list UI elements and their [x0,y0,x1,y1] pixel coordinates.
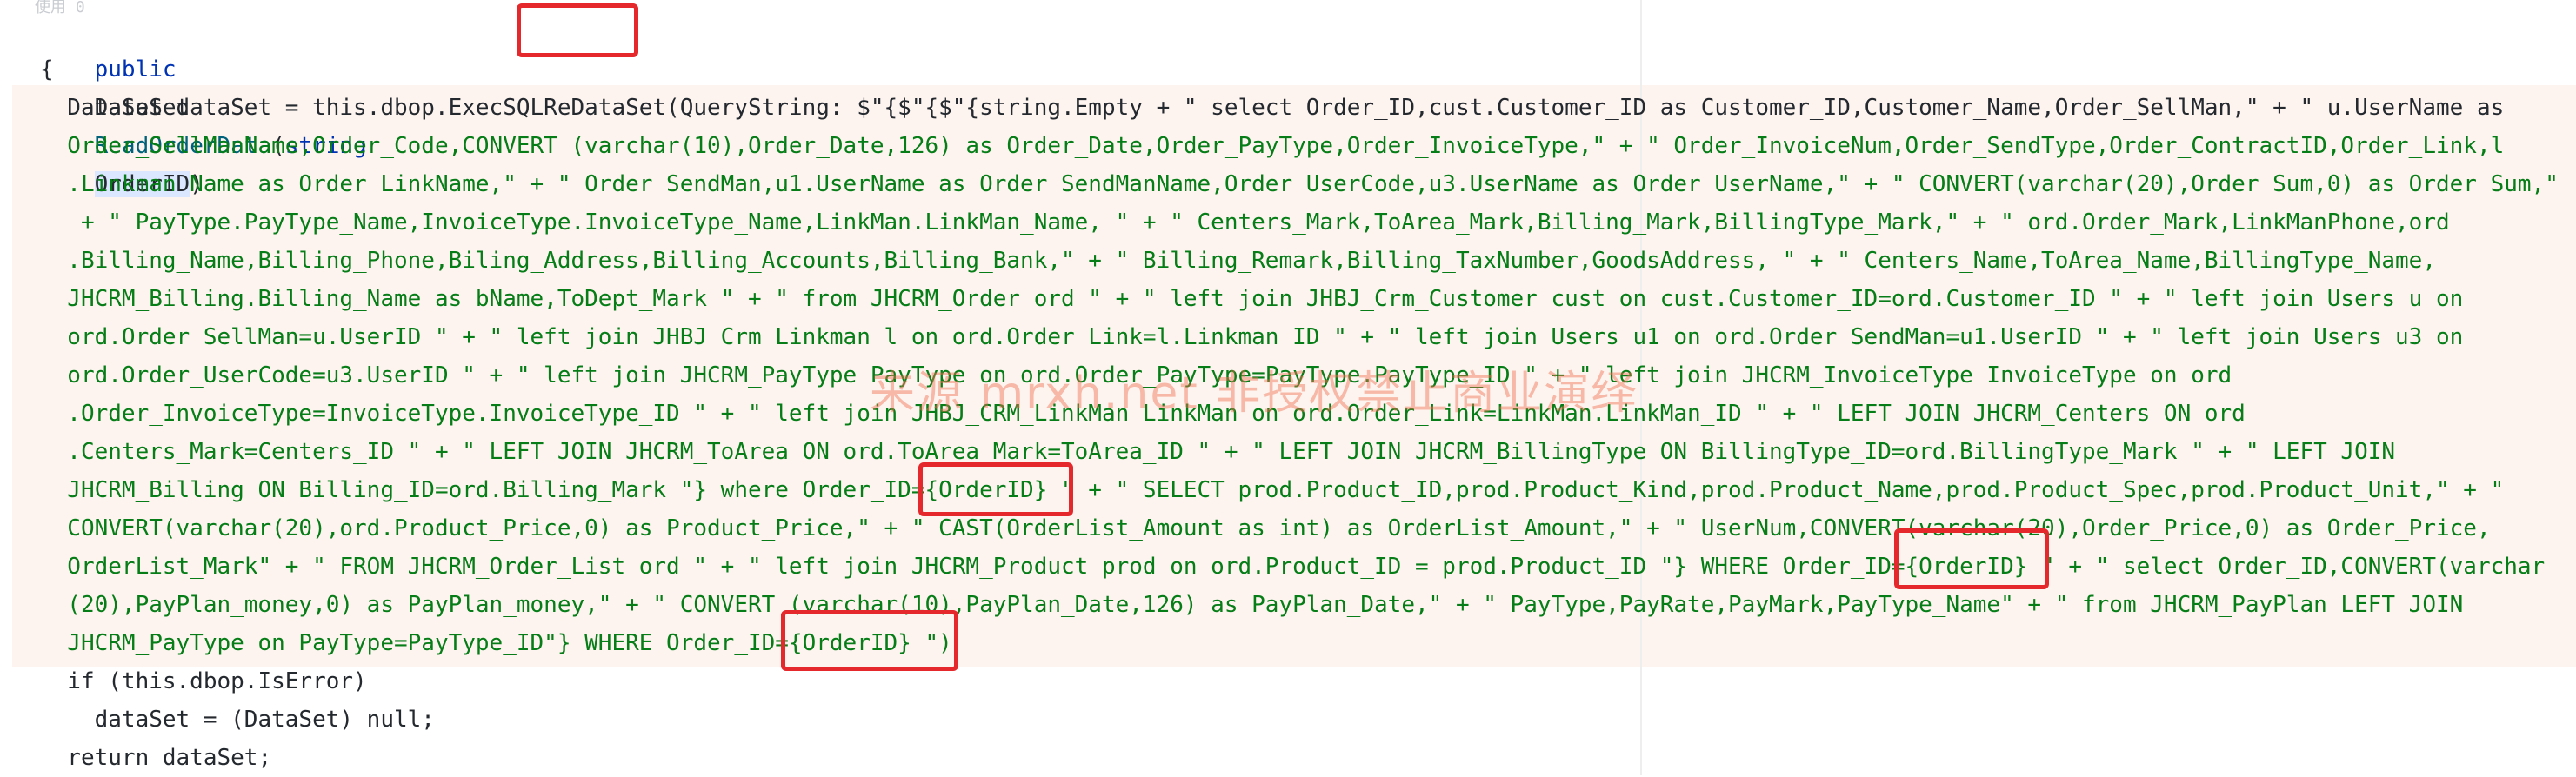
code-line: if (this.dbop.IsError) [40,668,367,694]
code-line: JHCRM_Billing ON Billing_ID=ord.Billing_… [40,477,2505,503]
code-line: .Billing_Name,Billing_Phone,Biling_Addre… [40,248,2436,274]
code-line: .Centers_Mark=Centers_ID " + " LEFT JOIN… [40,439,2396,465]
code-line: ord.Order_SellMan=u.UserID " + " left jo… [40,324,2464,350]
method-signature[interactable]: public DataSet ReadOrderData(string Orde… [40,12,367,197]
watermark: 来源 mrxh.net 非授权禁止商业演绎 [870,368,1638,420]
code-line: OrderList_Mark" + " FROM JHCRM_Order_Lis… [40,554,2546,580]
orderid-highlight-box [1894,528,2049,589]
orderid-highlight-box [918,462,1073,516]
code-line: dataSet = (DataSet) null; [40,707,435,733]
code-line: Order_SellManName,Order_Code,CONVERT (va… [40,133,2505,159]
code-line: CONVERT(varchar(20),ord.Product_Price,0)… [40,515,2491,541]
code-line: + " PayType.PayType_Name,InvoiceType.Inv… [40,209,2450,236]
open-brace: { [40,56,54,83]
keyword-public: public [94,56,177,83]
code-line: return dataSet; [40,745,272,771]
code-line: JHCRM_Billing.Billing_Name as bName,ToDe… [40,286,2464,312]
code-line: .Linkman_Name as Order_LinkName," + " Or… [40,171,2559,197]
orderid-highlight-box [781,610,958,671]
code-editor[interactable]: 使用 0 public DataSet ReadOrderData(string… [0,0,2576,775]
code-line: DataSet dataSet = this.dbop.ExecSQLReDat… [40,95,2505,121]
orderid-highlight-box [517,3,638,57]
code-line: (20),PayPlan_money,0) as PayPlan_money,"… [40,592,2464,618]
